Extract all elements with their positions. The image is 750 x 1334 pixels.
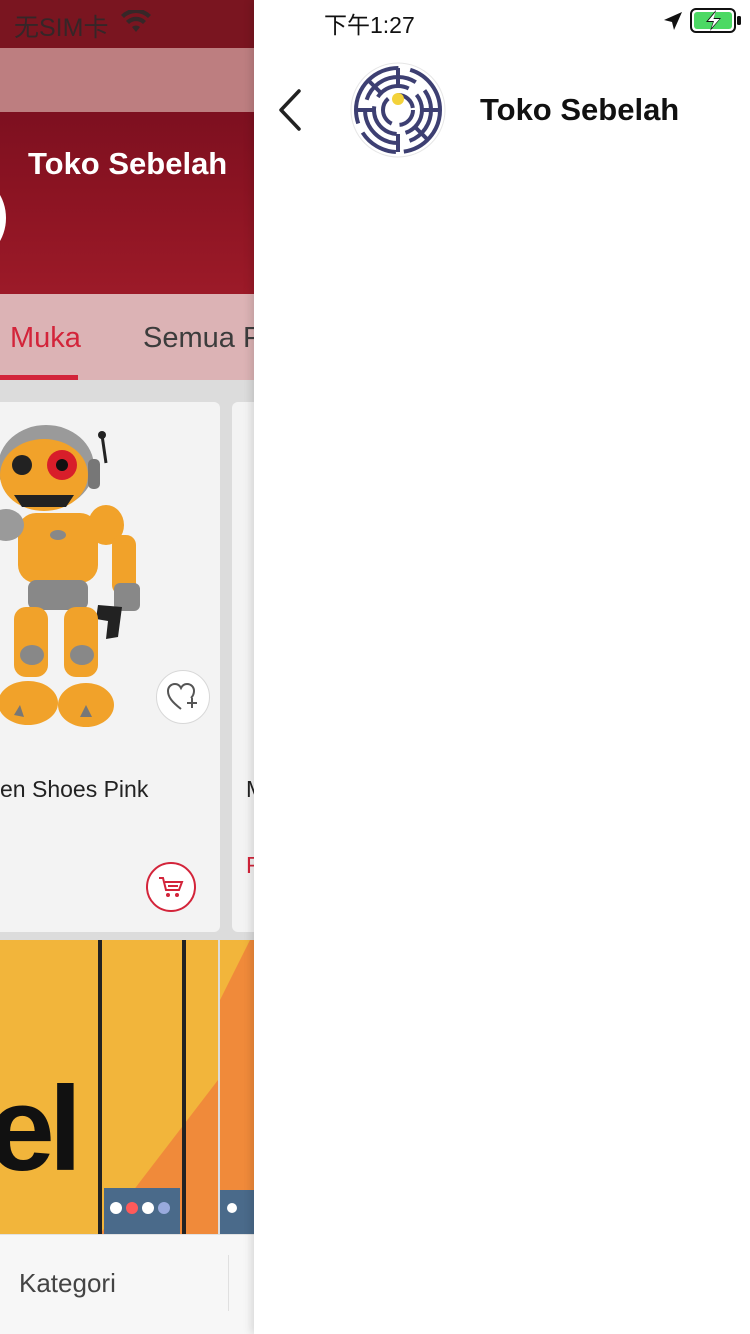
- banner-artwork: [220, 940, 254, 1234]
- background-navbar: [0, 48, 254, 112]
- carrier-label: 无SIM卡: [14, 14, 109, 42]
- back-button[interactable]: [266, 82, 314, 138]
- background-shop-page: 无SIM卡 Toko Sebelah Muka Semua P en Shoes…: [0, 0, 254, 1334]
- page-title: Toko Sebelah: [480, 92, 680, 127]
- battery-charging-icon: [690, 8, 741, 33]
- product-title: M: [246, 776, 254, 803]
- promo-banner[interactable]: [220, 940, 254, 1234]
- heart-plus-icon: [166, 682, 197, 710]
- product-image: [0, 425, 140, 727]
- shop-header-title: Toko Sebelah: [28, 146, 228, 181]
- shop-header-banner: [0, 112, 254, 294]
- tab-divider: [228, 1255, 229, 1311]
- product-title: en Shoes Pink: [0, 776, 149, 802]
- product-price: R: [246, 852, 254, 879]
- tab-kategori[interactable]: Kategori: [19, 1268, 116, 1299]
- status-time: 下午1:27: [324, 12, 415, 38]
- cart-icon: [159, 877, 184, 897]
- screen: 无SIM卡 Toko Sebelah Muka Semua P en Shoes…: [0, 0, 750, 1334]
- tab-semua-produk[interactable]: Semua P: [143, 322, 254, 355]
- wishlist-button[interactable]: [156, 670, 210, 724]
- tab-muka[interactable]: Muka: [10, 322, 81, 355]
- add-to-cart-button[interactable]: [146, 862, 196, 912]
- chevron-left-icon: [279, 89, 301, 131]
- shop-detail-page: [254, 0, 750, 1334]
- maze-logo: [349, 61, 447, 159]
- location-arrow-icon: [664, 12, 682, 30]
- banner-text: el: [0, 1062, 82, 1196]
- wifi-icon: [121, 10, 151, 32]
